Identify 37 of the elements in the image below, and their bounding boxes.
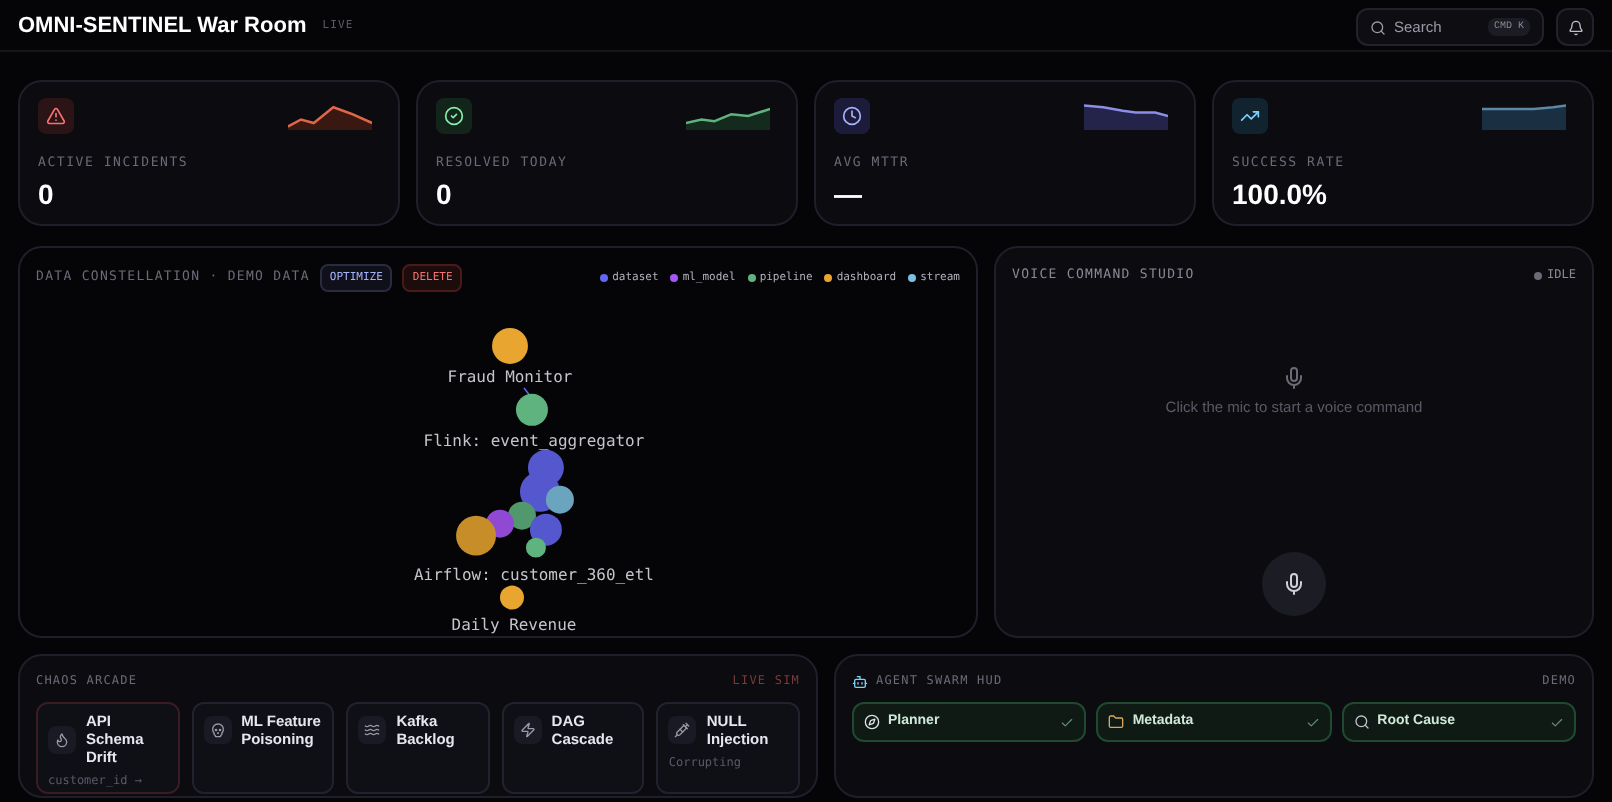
node-label: Daily Revenue: [451, 616, 577, 634]
stat-value: 100.0%: [1232, 179, 1329, 208]
search-icon: [1353, 714, 1370, 730]
sparkline-drawing: [288, 102, 372, 130]
sparkline-drawing: [686, 102, 770, 130]
sparkline-drawing: [1084, 102, 1168, 130]
node-label: Flink: event_aggregator: [423, 432, 645, 451]
graph-node[interactable]: [516, 394, 548, 427]
graph-node[interactable]: [525, 538, 546, 559]
compass-icon: [864, 714, 880, 730]
check-circle-icon: [444, 106, 464, 126]
microphone-button[interactable]: [1262, 552, 1326, 616]
search-icon: [1370, 19, 1386, 35]
app-title: OMNI-SENTINEL War Room: [18, 12, 307, 43]
robot-icon: [852, 673, 868, 689]
bell-icon: [1567, 19, 1583, 35]
stat-value: —: [834, 179, 864, 208]
clock-icon: [842, 106, 862, 126]
trend-up-icon: [1240, 106, 1260, 126]
node-label: Fraud Monitor: [447, 368, 573, 387]
folder-icon: [1108, 714, 1125, 730]
stat-value: 0: [436, 179, 454, 208]
stat-value: 0: [38, 179, 56, 208]
flame-icon: [54, 731, 70, 747]
notifications-button[interactable]: [1556, 8, 1594, 46]
skull-icon: [209, 722, 226, 738]
syringe-icon: [674, 722, 691, 738]
microphone-icon: [1282, 572, 1306, 596]
graph-node[interactable]: [492, 328, 528, 365]
sparkline-drawing: [1482, 102, 1566, 130]
lightning-icon: [519, 722, 536, 738]
graph-node[interactable]: [500, 586, 524, 611]
warning-icon: [46, 106, 66, 126]
microphone-icon: [1282, 365, 1306, 390]
waves-icon: [364, 722, 381, 738]
node-label: Airflow: customer_360_etl: [414, 566, 654, 585]
node-cluster-drawing: [456, 450, 574, 557]
